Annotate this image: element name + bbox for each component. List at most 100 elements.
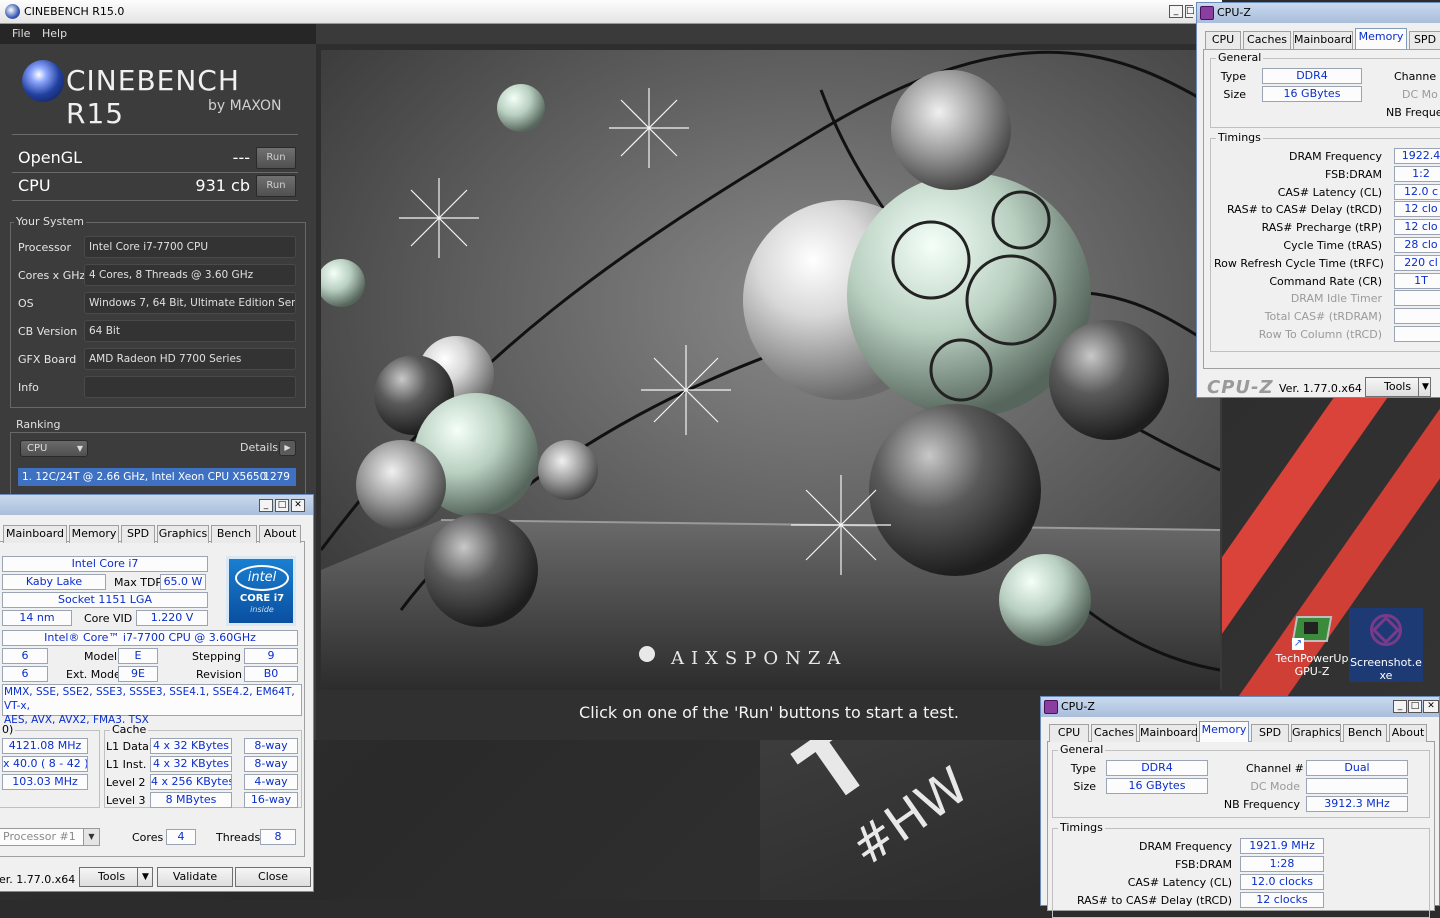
ext-family-value: 6 xyxy=(2,666,48,682)
tab-graphics[interactable]: Graphics xyxy=(157,525,209,543)
timing-value xyxy=(1394,326,1440,342)
cpuz-memory-window-top: CPU-Z General Type DDR4 Size 16 GBytes C… xyxy=(1196,2,1440,398)
tab-mainboard[interactable]: Mainboard xyxy=(3,525,67,543)
ext-model-value: 9E xyxy=(118,666,158,682)
tab-spd[interactable]: SPD xyxy=(1409,31,1440,49)
bench-opengl-label: OpenGL xyxy=(18,148,83,167)
cpuz-bottom-panel: General Type DDR4 Size 16 GBytes Channel… xyxy=(1047,741,1435,918)
cpu-spec-value: Intel® Core™ i7-7700 CPU @ 3.60GHz xyxy=(2,630,298,646)
timing-label: RAS# to CAS# Delay (tRCD) xyxy=(1226,203,1382,217)
tab-mainboard[interactable]: Mainboard xyxy=(1293,31,1353,49)
technology-value: 14 nm xyxy=(2,610,72,626)
ranking-item[interactable]: 1. 12C/24T @ 2.66 GHz, Intel Xeon CPU X5… xyxy=(18,468,296,486)
timing-label: FSB:DRAM xyxy=(1174,858,1232,871)
minimize-icon[interactable]: _ xyxy=(1393,700,1407,713)
cinebench-titlebar: CINEBENCH R15.0 _ □ xyxy=(0,0,1222,24)
system-key: CB Version xyxy=(18,325,78,338)
system-key: Info xyxy=(18,381,39,394)
cpuz-left-version: er. 1.77.0.x64 xyxy=(0,873,76,886)
timing-value: 12.0 c xyxy=(1394,183,1440,200)
timing-value xyxy=(1394,308,1440,325)
desktop-icon-screenshot[interactable]: Screenshot.exe xyxy=(1349,608,1423,682)
tab-bench[interactable]: Bench xyxy=(1343,724,1387,742)
cpuz-left-titlebar: _ □ ✕ xyxy=(0,495,313,515)
tab-about[interactable]: About xyxy=(259,525,301,543)
dc-mode-value xyxy=(1306,778,1408,794)
tab-memory[interactable]: Memory xyxy=(1355,28,1407,49)
tab-mainboard[interactable]: Mainboard xyxy=(1139,724,1198,742)
cpuz-memory-window-bottom: CPU-Z _ □ ✕ General Type DDR4 Size 16 GB… xyxy=(1040,696,1440,918)
close-icon[interactable]: ✕ xyxy=(291,499,305,512)
cache-label: Level 3 xyxy=(106,794,146,807)
timing-label: Cycle Time (tRAS) xyxy=(1283,239,1382,252)
tab-caches[interactable]: Caches xyxy=(1091,724,1137,742)
timing-value: 12 clo xyxy=(1394,201,1440,218)
instructions-value: MMX, SSE, SSE2, SSE3, SSSE3, SSE4.1, SSE… xyxy=(2,684,302,726)
cache-ways-value: 16-way xyxy=(244,792,298,808)
tab-spd[interactable]: SPD xyxy=(1251,724,1289,742)
tools-button[interactable]: Tools ▼ xyxy=(79,867,153,887)
tab-cpu[interactable]: CPU xyxy=(1205,31,1241,49)
run-cpu-button[interactable]: Run xyxy=(256,175,296,197)
timing-value: 1921.9 MHz xyxy=(1240,838,1324,854)
processor-selection-dropdown[interactable]: Processor #1 ▼ xyxy=(0,828,100,846)
tools-button[interactable]: Tools ▼ xyxy=(1365,377,1431,397)
tab-memory[interactable]: Memory xyxy=(69,525,119,543)
package-value: Socket 1151 LGA xyxy=(2,592,208,608)
maximize-icon[interactable]: □ xyxy=(1408,700,1422,713)
ranking-details-label[interactable]: Details xyxy=(240,441,278,454)
cinebench-logo-title: CINEBENCH R15 xyxy=(66,64,240,130)
tab-memory[interactable]: Memory xyxy=(1199,721,1249,742)
timing-label: DRAM Frequency xyxy=(1288,150,1382,163)
timing-value: 220 cl xyxy=(1394,254,1440,271)
run-opengl-button[interactable]: Run xyxy=(256,147,296,169)
tab-about[interactable]: About xyxy=(1389,724,1427,742)
tab-caches[interactable]: Caches xyxy=(1243,31,1291,49)
cpuz-version: Ver. 1.77.0.x64 xyxy=(1279,382,1362,395)
timing-value xyxy=(1394,290,1440,307)
timing-value: 1:2 xyxy=(1394,165,1440,182)
bench-opengl-score: --- xyxy=(232,148,250,167)
render-image: AIXSPONZA xyxy=(321,50,1220,690)
bus-speed-value: 103.03 MHz xyxy=(2,774,88,790)
ranking-dropdown[interactable]: CPU ▼ xyxy=(20,440,88,457)
cache-label: Level 2 xyxy=(106,776,146,789)
system-key: Cores x GHz xyxy=(18,269,86,282)
render-view: AIXSPONZA xyxy=(321,50,1220,690)
timing-label: CAS# Latency (CL) xyxy=(1127,876,1232,889)
validate-button[interactable]: Validate xyxy=(157,867,233,887)
cache-size-value: 8 MBytes xyxy=(150,792,232,808)
nb-frequency-value: 3912.3 MHz xyxy=(1306,796,1408,812)
cores-value: 4 xyxy=(166,829,196,845)
tab-bench[interactable]: Bench xyxy=(211,525,257,543)
close-button[interactable]: Close xyxy=(235,867,311,887)
memory-type-value: DDR4 xyxy=(1262,68,1362,84)
cpuz-app-icon xyxy=(1044,700,1058,714)
chevron-down-icon: ▼ xyxy=(76,444,83,453)
system-value: Intel Core i7-7700 CPU xyxy=(84,236,296,258)
memory-size-value: 16 GBytes xyxy=(1106,778,1208,794)
system-value xyxy=(84,376,296,398)
tab-graphics[interactable]: Graphics xyxy=(1291,724,1341,742)
maximize-icon[interactable]: □ xyxy=(275,499,289,512)
desktop-icon-gpuz[interactable]: ↗ TechPowerUp GPU-Z xyxy=(1275,608,1349,678)
model-value: E xyxy=(118,648,158,664)
minimize-icon[interactable]: _ xyxy=(1169,5,1183,18)
cache-label: L1 Data xyxy=(106,740,149,753)
system-value: AMD Radeon HD 7700 Series xyxy=(84,348,296,370)
minimize-icon[interactable]: _ xyxy=(259,499,273,512)
close-icon[interactable]: ✕ xyxy=(1423,700,1439,713)
cache-label: L1 Inst. xyxy=(106,758,147,771)
tab-cpu[interactable]: CPU xyxy=(1049,724,1089,742)
tab-spd[interactable]: SPD xyxy=(121,525,155,543)
revision-value: B0 xyxy=(244,666,298,682)
your-system-label: Your System xyxy=(14,215,86,228)
menu-help[interactable]: Help xyxy=(42,27,67,40)
cache-ways-value: 8-way xyxy=(244,738,298,754)
menu-file[interactable]: File xyxy=(12,27,30,40)
system-key: GFX Board xyxy=(18,353,77,366)
maximize-icon[interactable]: □ xyxy=(1185,5,1195,18)
chevron-down-icon: ▼ xyxy=(1418,378,1429,396)
details-arrow-icon[interactable]: ▶ xyxy=(279,440,296,456)
cpuz-top-panel: General Type DDR4 Size 16 GBytes Channe … xyxy=(1203,49,1440,369)
